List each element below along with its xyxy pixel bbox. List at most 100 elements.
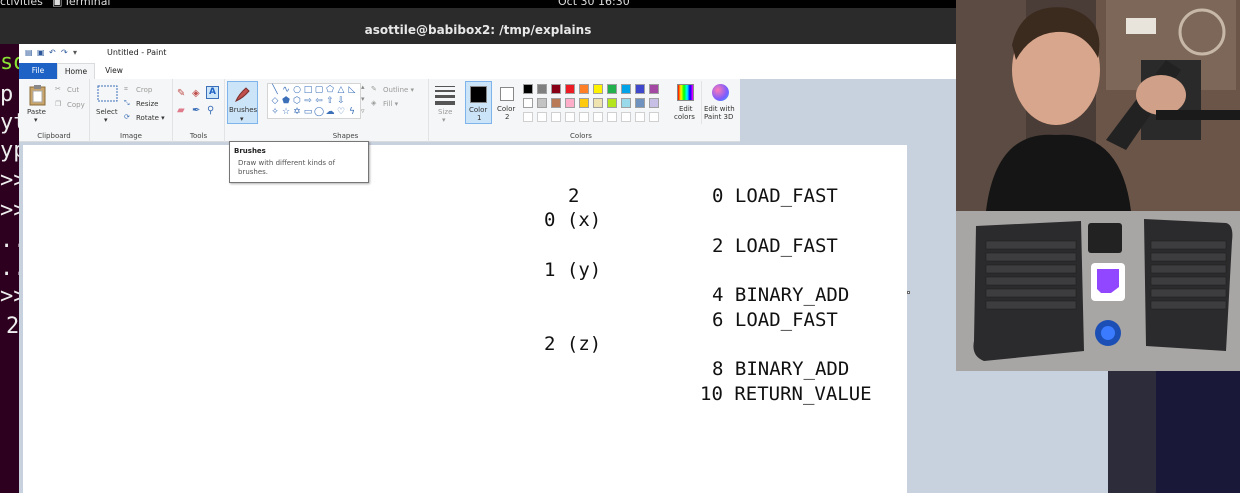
outline-button[interactable]: ✎ Outline ▾ — [371, 85, 414, 95]
callout-rect-shape-icon[interactable]: ▭ — [303, 107, 313, 117]
palette-custom-swatch[interactable] — [551, 112, 561, 122]
color1-button[interactable]: Color 1 — [465, 81, 492, 124]
palette-custom-swatch[interactable] — [593, 112, 603, 122]
palette-swatch[interactable] — [551, 84, 561, 94]
palette-custom-swatch[interactable] — [537, 112, 547, 122]
left-arrow-shape-icon[interactable]: ⇦ — [314, 96, 324, 106]
palette-custom-swatch[interactable] — [565, 112, 575, 122]
shapes-scroll-up-icon[interactable]: ▴ — [361, 83, 365, 91]
edit-colors-button[interactable]: Edit colors — [673, 81, 699, 124]
hexagon-shape-icon[interactable]: ⬡ — [292, 96, 302, 106]
palette-custom-swatch[interactable] — [607, 112, 617, 122]
right-triangle-shape-icon[interactable]: ◺ — [347, 85, 357, 95]
palette-swatch[interactable] — [579, 84, 589, 94]
pentagon-shape-icon[interactable]: ⬟ — [281, 96, 291, 106]
size-dropdown-icon[interactable]: ▾ — [442, 116, 446, 124]
rotate-button[interactable]: ⟳ Rotate ▾ — [124, 113, 165, 123]
select-dropdown-icon[interactable]: ▾ — [104, 116, 108, 124]
six-point-star-shape-icon[interactable]: ✡ — [292, 107, 302, 117]
palette-custom-swatch[interactable] — [579, 112, 589, 122]
canvas-resize-handle[interactable] — [907, 291, 910, 294]
right-arrow-shape-icon[interactable]: ⇨ — [303, 96, 313, 106]
activities-button[interactable]: ctivities — [0, 0, 43, 8]
palette-custom-swatch[interactable] — [649, 112, 659, 122]
shapes-scroll-down-icon[interactable]: ▾ — [361, 95, 365, 103]
fill-icon: ◈ — [371, 99, 377, 107]
drawing-canvas[interactable]: 2 0 (x) 1 (y) 2 (z) 0 LOAD_FAST 2 LOAD_F… — [23, 145, 907, 493]
palette-swatch[interactable] — [551, 98, 561, 108]
palette-swatch[interactable] — [649, 98, 659, 108]
palette-swatch[interactable] — [635, 84, 645, 94]
five-point-star-shape-icon[interactable]: ☆ — [281, 107, 291, 117]
line-shape-icon[interactable]: ╲ — [270, 85, 280, 95]
palette-swatch[interactable] — [565, 98, 575, 108]
palette-swatch[interactable] — [523, 84, 533, 94]
down-arrow-shape-icon[interactable]: ⇩ — [336, 96, 346, 106]
select-button[interactable]: Select — [96, 108, 118, 116]
tab-home[interactable]: Home — [57, 63, 95, 79]
customize-qat-icon[interactable]: ▾ — [73, 48, 82, 57]
text-tool-icon[interactable]: A — [206, 86, 219, 99]
fill-bucket-icon[interactable]: ◈ — [192, 88, 200, 99]
palette-custom-swatch[interactable] — [523, 112, 533, 122]
color1-label: Color — [469, 106, 488, 114]
callout-oval-shape-icon[interactable]: ◯ — [314, 107, 324, 117]
palette-custom-swatch[interactable] — [621, 112, 631, 122]
color2-button[interactable]: Color 2 — [494, 81, 521, 124]
size-lines-icon[interactable] — [435, 86, 455, 105]
up-arrow-shape-icon[interactable]: ⇧ — [325, 96, 335, 106]
paint3d-button[interactable]: Edit with Paint 3D — [701, 81, 737, 124]
rounded-rect-shape-icon[interactable]: ▢ — [314, 85, 324, 95]
heart-shape-icon[interactable]: ♡ — [336, 107, 346, 117]
tab-file[interactable]: File — [19, 63, 57, 79]
app-menu-label[interactable]: Terminal — [64, 0, 111, 8]
brushes-button[interactable]: Brushes ▾ — [227, 81, 258, 124]
cut-button[interactable]: ✂ Cut — [55, 85, 79, 95]
select-icon — [97, 84, 118, 106]
palette-swatch[interactable] — [607, 84, 617, 94]
palette-swatch[interactable] — [537, 84, 547, 94]
eraser-icon[interactable]: ▰ — [177, 105, 185, 116]
lightning-shape-icon[interactable]: ϟ — [347, 107, 357, 117]
shapes-gallery[interactable]: ╲ ∿ ○ □ ▢ ⬠ △ ◺ ◇ ⬟ ⬡ ⇨ ⇦ ⇧ ⇩ ✧ ☆ ✡ ▭ ◯ … — [267, 83, 361, 119]
save-icon[interactable]: ▣ — [37, 48, 46, 57]
palette-swatch[interactable] — [621, 98, 631, 108]
palette-custom-swatch[interactable] — [635, 112, 645, 122]
tools-group: ✎ ◈ A ▰ ✒ ⚲ Tools — [173, 79, 225, 142]
copy-button[interactable]: ❐ Copy — [55, 100, 85, 110]
paste-button[interactable]: Paste — [27, 108, 46, 116]
rectangle-shape-icon[interactable]: □ — [303, 85, 313, 95]
color-picker-icon[interactable]: ✒ — [192, 105, 200, 116]
copy-icon: ❐ — [55, 100, 62, 108]
polygon-shape-icon[interactable]: ⬠ — [325, 85, 335, 95]
palette-swatch[interactable] — [649, 84, 659, 94]
palette-swatch[interactable] — [593, 84, 603, 94]
curve-shape-icon[interactable]: ∿ — [281, 85, 291, 95]
oval-shape-icon[interactable]: ○ — [292, 85, 302, 95]
color2-label: Color — [497, 105, 516, 113]
palette-swatch[interactable] — [523, 98, 533, 108]
shapes-expand-icon[interactable]: ▿ — [361, 107, 365, 115]
palette-swatch[interactable] — [565, 84, 575, 94]
palette-swatch[interactable] — [607, 98, 617, 108]
four-point-star-shape-icon[interactable]: ✧ — [270, 107, 280, 117]
pencil-icon[interactable]: ✎ — [177, 88, 185, 99]
palette-swatch[interactable] — [635, 98, 645, 108]
resize-button[interactable]: ⤡ Resize — [124, 99, 158, 109]
palette-swatch[interactable] — [537, 98, 547, 108]
paste-dropdown-icon[interactable]: ▾ — [34, 116, 38, 124]
palette-swatch[interactable] — [579, 98, 589, 108]
diamond-shape-icon[interactable]: ◇ — [270, 96, 280, 106]
fill-button[interactable]: ◈ Fill ▾ — [371, 99, 398, 109]
crop-button[interactable]: ⌗ Crop — [124, 85, 152, 95]
size-button[interactable]: Size — [438, 108, 452, 116]
palette-swatch[interactable] — [593, 98, 603, 108]
palette-swatch[interactable] — [621, 84, 631, 94]
redo-icon[interactable]: ↷ — [61, 48, 70, 57]
tab-view[interactable]: View — [99, 63, 129, 79]
magnifier-icon[interactable]: ⚲ — [207, 105, 214, 116]
triangle-shape-icon[interactable]: △ — [336, 85, 346, 95]
undo-icon[interactable]: ↶ — [49, 48, 58, 57]
callout-cloud-shape-icon[interactable]: ☁ — [325, 107, 335, 117]
clock[interactable]: Oct 30 16:30 — [558, 0, 630, 8]
